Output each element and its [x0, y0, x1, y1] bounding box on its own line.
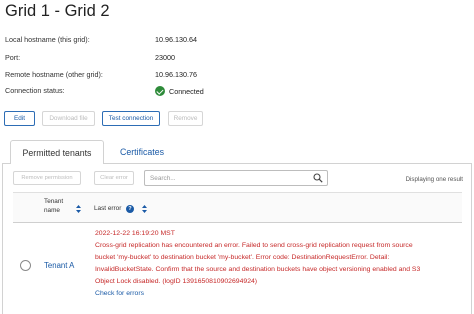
results-count: Displaying one result	[405, 176, 463, 183]
port-label: Port:	[5, 53, 21, 62]
check-circle-icon	[155, 86, 165, 96]
error-message-line: bucket 'my-bucket' to destination bucket…	[95, 254, 390, 261]
connection-status-label: Connection status:	[5, 86, 65, 95]
tenant-name-link[interactable]: Tenant A	[44, 261, 74, 270]
help-icon[interactable]: ?	[126, 204, 134, 213]
remote-hostname-value: 10.96.130.76	[155, 70, 197, 79]
tab-certificates[interactable]: Certificates	[108, 140, 176, 164]
error-timestamp: 2022-12-22 16:19:20 MST	[95, 230, 175, 237]
port-value: 23000	[155, 53, 175, 62]
test-connection-button[interactable]: Test connection	[102, 111, 160, 126]
error-message-line: InvalidBucketState. Confirm that the sou…	[95, 266, 421, 273]
table-header: Tenant name Last error ?	[13, 192, 462, 223]
search-input[interactable]: Search...	[144, 170, 328, 186]
connection-status-value: Connected	[155, 86, 204, 96]
error-message-line: Object Lock disabled. (logID 13916508109…	[95, 278, 258, 285]
tenant-name-header[interactable]: Tenant name	[44, 198, 63, 214]
page-title: Grid 1 - Grid 2	[5, 2, 110, 20]
local-hostname-label: Local hostname (this grid):	[5, 35, 90, 44]
connection-status-text: Connected	[169, 87, 204, 96]
sort-icon[interactable]	[76, 205, 81, 213]
last-error-header[interactable]: Last error	[94, 205, 121, 212]
edit-button[interactable]: Edit	[4, 111, 35, 126]
remove-button[interactable]: Remove	[168, 111, 203, 126]
sort-icon[interactable]	[142, 205, 147, 213]
remove-permission-button[interactable]: Remove permission	[13, 171, 81, 185]
clear-error-button[interactable]: Clear error	[94, 171, 134, 185]
search-icon[interactable]	[313, 173, 323, 183]
local-hostname-value: 10.96.130.64	[155, 35, 197, 44]
error-message-line: Cross-grid replication has encountered a…	[95, 242, 413, 249]
download-file-button[interactable]: Download file	[42, 111, 95, 126]
remote-hostname-label: Remote hostname (other grid):	[5, 70, 103, 79]
check-for-errors-link[interactable]: Check for errors	[95, 290, 144, 297]
search-placeholder: Search...	[150, 175, 176, 182]
tab-permitted-tenants[interactable]: Permitted tenants	[10, 140, 104, 164]
row-select-radio[interactable]	[20, 260, 31, 271]
